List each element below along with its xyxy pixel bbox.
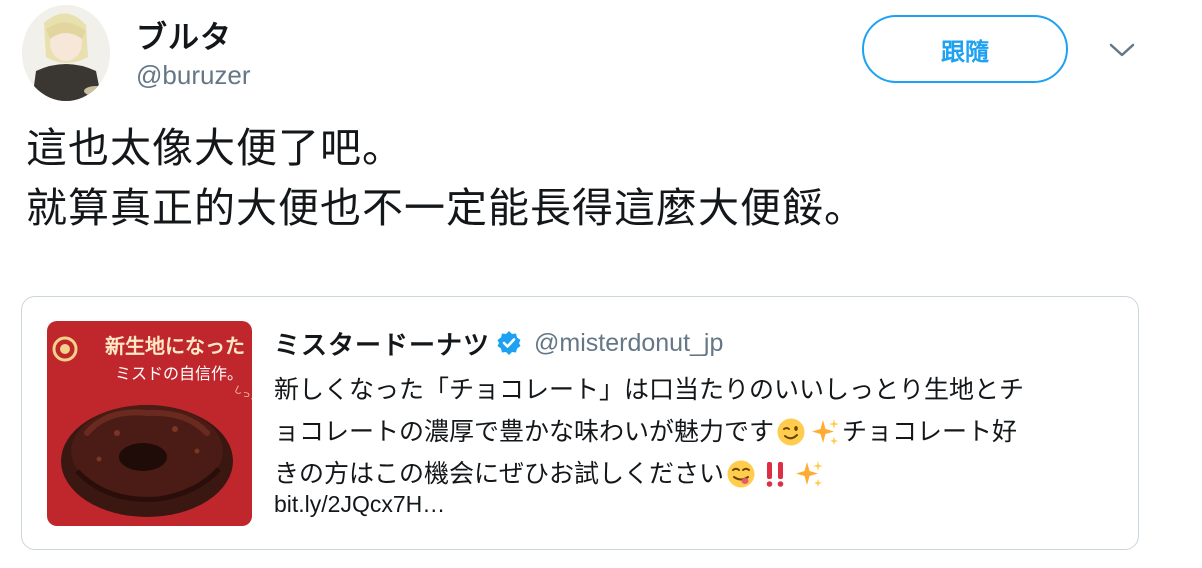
double-exclamation-emoji [766,462,784,487]
wink-emoji [777,418,805,446]
tweet-text: 這也太像大便了吧。就算真正的大便也不一定能長得這麼大便餒。 [26,118,866,238]
image-subline: ミスドの自信作。 [115,364,243,383]
sparkles-emoji [812,419,840,445]
quoted-author-name[interactable]: ミスタードーナツ [274,325,490,362]
tweet-text-line: 就算真正的大便也不一定能長得這麼大便餒。 [26,184,866,232]
quoted-text-line: きの方はこの機会にぜひお試しください [274,459,725,488]
tweet-text-line: 這也太像大便了吧。 [26,124,404,172]
quoted-link[interactable]: bit.ly/2JQcx7H… [274,491,445,518]
quoted-text-line-tail: チョコレート好 [842,417,1018,446]
quoted-author-handle[interactable]: @misterdonut_jp [534,329,723,358]
quoted-tweet-card[interactable]: 新生地になった ミスドの自信作。 しっとり生地 ＋ チョコレート濃厚 ミスタード… [21,296,1139,550]
chevron-down-icon[interactable] [1108,42,1136,58]
verified-badge-icon [497,331,521,355]
quoted-text-line: 新しくなった「チョコレート」は口当たりのいいしっとり生地とチ [274,375,1025,404]
quoted-tweet-text: 新しくなった「チョコレート」は口当たりのいいしっとり生地とチ ョコレートの濃厚で… [274,369,1134,495]
quoted-text-line: ョコレートの濃厚で豊かな味わいが魅力です [274,417,775,446]
image-headline: 新生地になった [105,334,245,358]
author-handle[interactable]: @buruzer [136,60,251,91]
sparkles-emoji [796,461,824,487]
follow-button[interactable]: 跟隨 [862,15,1068,83]
avatar[interactable] [22,5,110,101]
donut-promo-image: 新生地になった ミスドの自信作。 しっとり生地 ＋ チョコレート濃厚 [47,321,252,526]
yum-emoji [727,460,755,488]
author-display-name[interactable]: ブルタ [136,12,232,57]
